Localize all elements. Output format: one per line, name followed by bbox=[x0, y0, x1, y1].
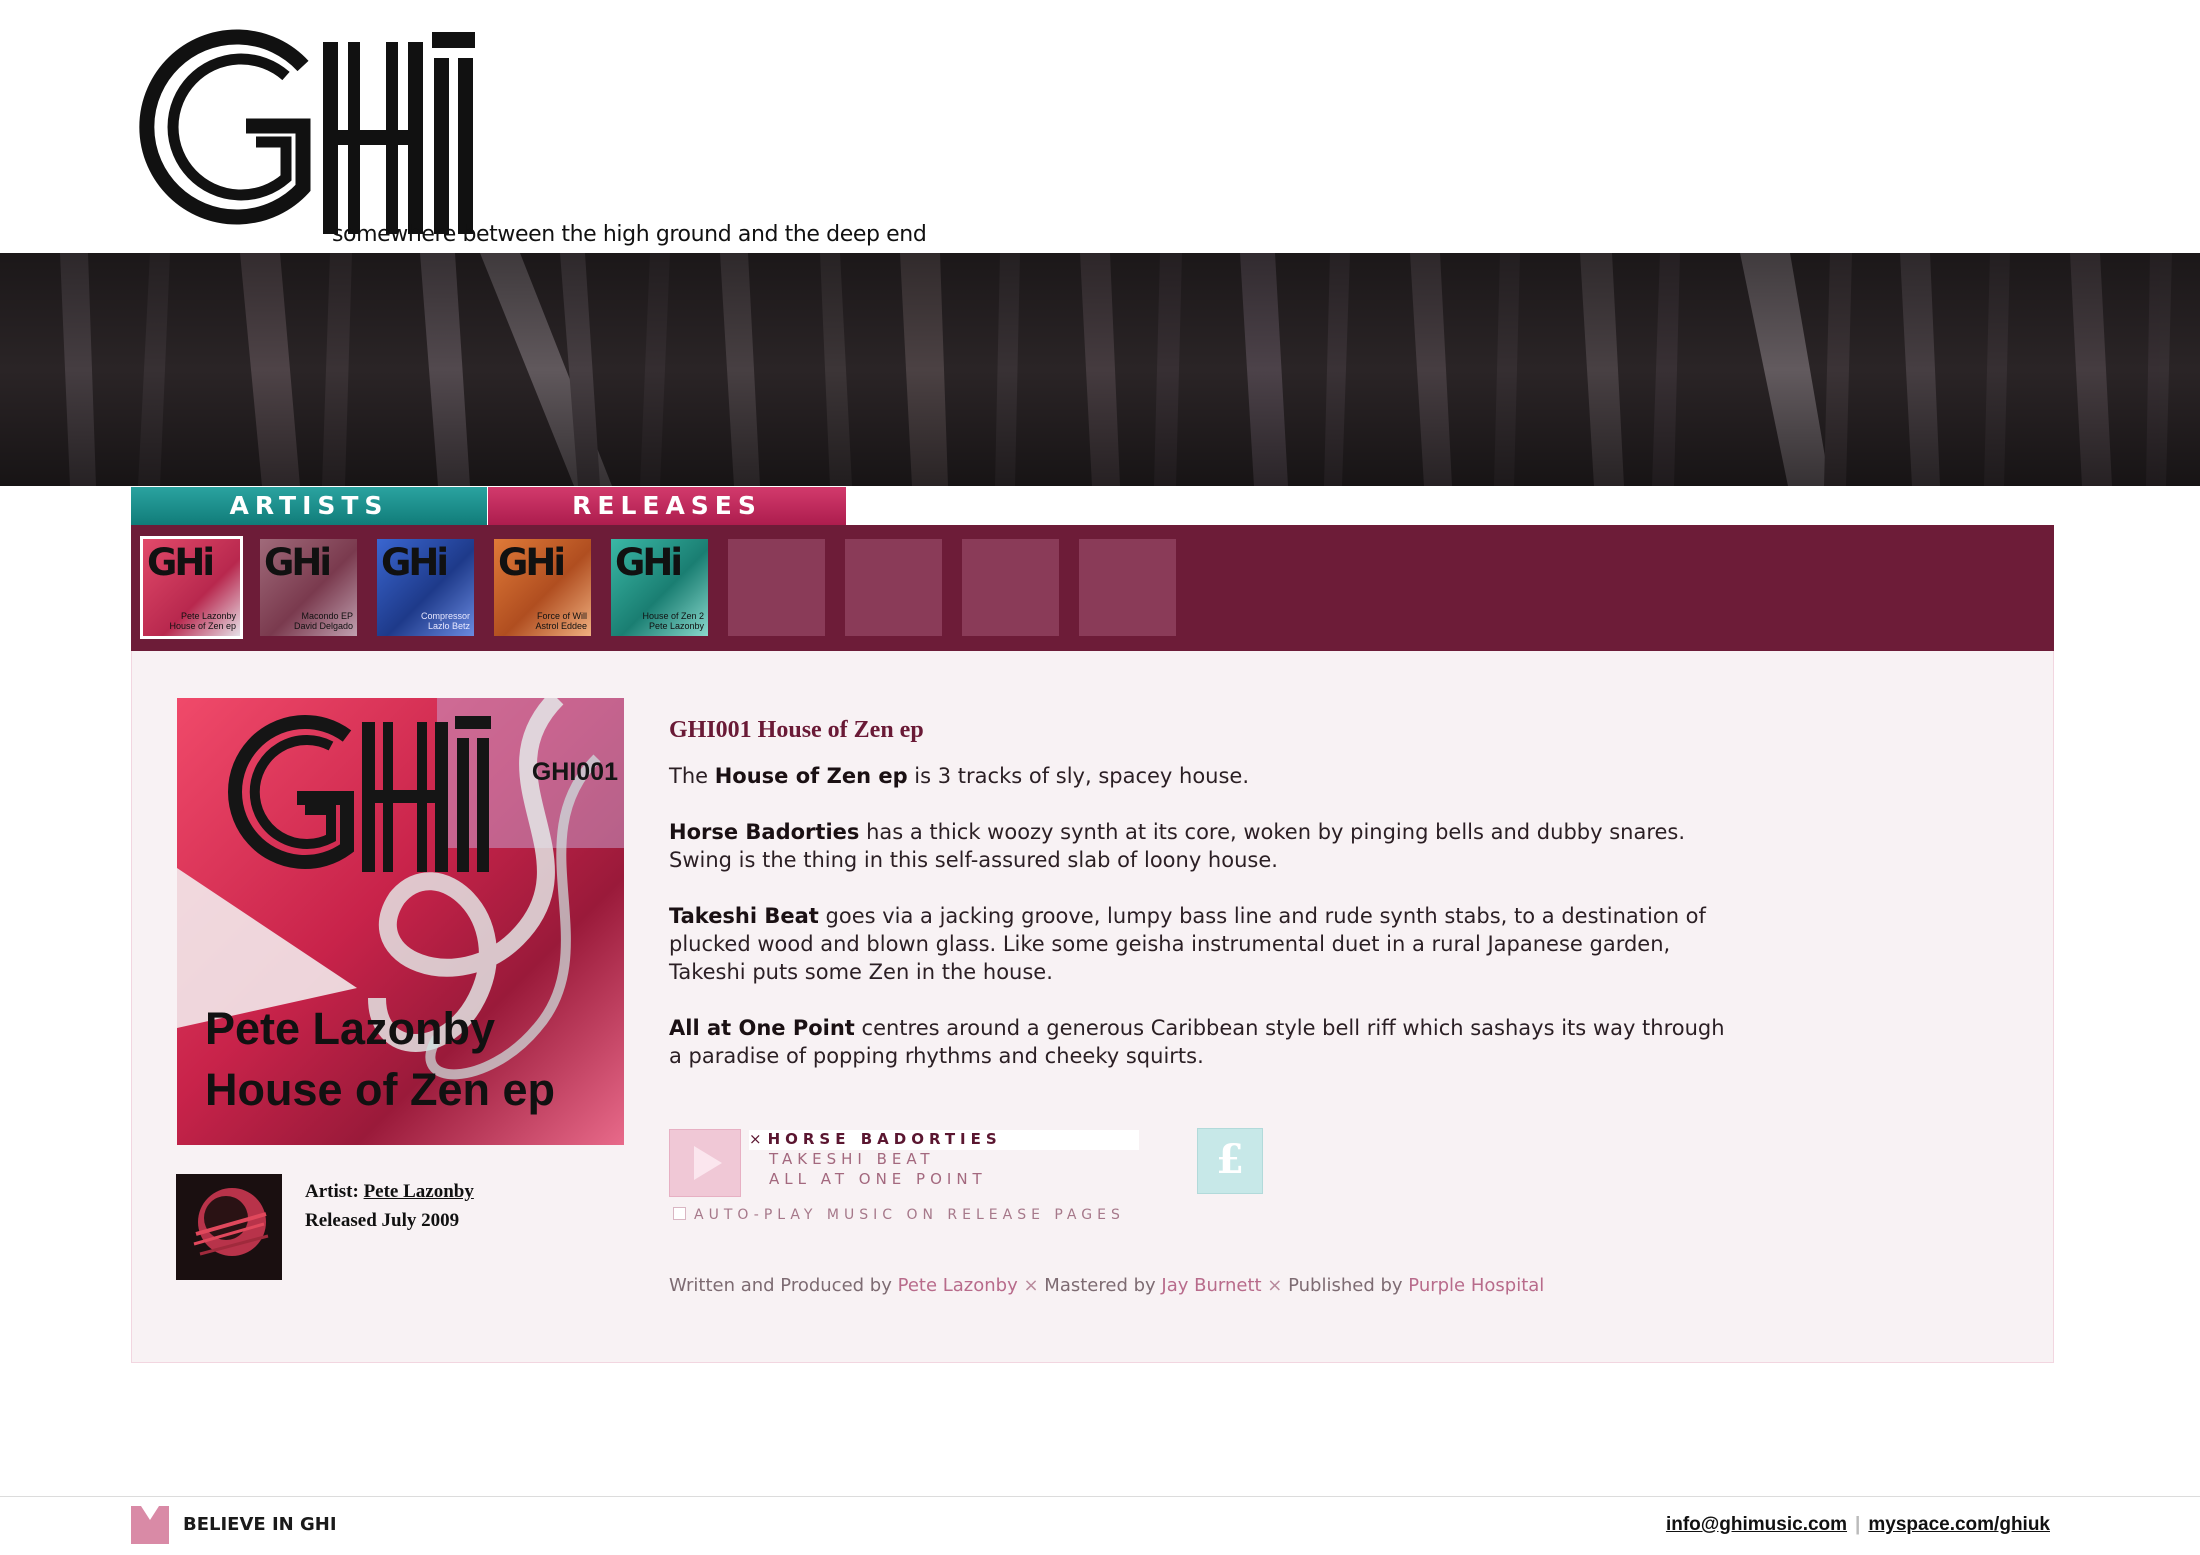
thumb-logo: GHi bbox=[381, 541, 449, 584]
track-label: ALL AT ONE POINT bbox=[769, 1170, 987, 1188]
artist-info: Artist: Pete Lazonby Released July 2009 bbox=[305, 1177, 474, 1235]
intro-text-pre: The bbox=[669, 764, 715, 788]
play-button[interactable] bbox=[669, 1129, 741, 1197]
credit-separator: × bbox=[1017, 1275, 1045, 1296]
autoplay-option[interactable]: AUTO-PLAY MUSIC ON RELEASE PAGES bbox=[673, 1207, 1125, 1223]
thumb-title: Pete Lazonby House of Zen ep bbox=[169, 611, 236, 631]
intro-release-name: House of Zen ep bbox=[714, 764, 908, 788]
thumb-logo: GHi bbox=[615, 541, 683, 584]
releases-strip: GHi Pete Lazonby House of Zen ep GHi Mac… bbox=[131, 525, 2054, 651]
tagline: somewhere between the high ground and th… bbox=[332, 222, 927, 247]
publisher-name[interactable]: Purple Hospital bbox=[1408, 1275, 1544, 1296]
release-date: Released July 2009 bbox=[305, 1210, 460, 1231]
release-intro: The House of Zen ep is 3 tracks of sly, … bbox=[669, 762, 1739, 790]
header-banner bbox=[0, 253, 2200, 486]
track-name: All at One Point bbox=[669, 1016, 855, 1040]
active-track-marker: × bbox=[749, 1130, 762, 1148]
track-text: goes via a jacking groove, lumpy bass li… bbox=[669, 904, 1706, 984]
intro-text-post: is 3 tracks of sly, spacey house. bbox=[907, 764, 1250, 788]
release-panel: GHI001 Pete Lazonby House of Zen ep Arti… bbox=[131, 651, 2054, 1363]
thumb-logo: GHi bbox=[498, 541, 566, 584]
release-credits: Written and Produced by Pete Lazonby × M… bbox=[669, 1275, 1544, 1296]
credit-separator: × bbox=[1261, 1275, 1289, 1296]
track-item[interactable]: ALL AT ONE POINT bbox=[749, 1170, 1139, 1190]
tab-artists[interactable]: ARTISTS bbox=[131, 487, 487, 525]
thumb-logo: GHi bbox=[147, 541, 215, 584]
track-name: Horse Badorties bbox=[669, 820, 860, 844]
link-separator: | bbox=[1855, 1514, 1861, 1535]
credit-label: Mastered by bbox=[1044, 1275, 1162, 1296]
artist-link[interactable]: Pete Lazonby bbox=[364, 1181, 474, 1202]
credit-label: Published by bbox=[1288, 1275, 1409, 1296]
ghi-mini-logo-icon bbox=[131, 1506, 169, 1544]
thumb-title: House of Zen 2 Pete Lazonby bbox=[642, 611, 704, 631]
mastering-name[interactable]: Jay Burnett bbox=[1161, 1275, 1261, 1296]
track-item[interactable]: × HORSE BADORTIES bbox=[749, 1130, 1139, 1150]
thumb-title: Compressor Lazlo Betz bbox=[420, 611, 470, 631]
buy-button[interactable]: £ bbox=[1197, 1128, 1263, 1194]
track-description: Horse Badorties has a thick woozy synth … bbox=[669, 818, 1739, 874]
album-cover: GHI001 Pete Lazonby House of Zen ep bbox=[177, 698, 624, 1145]
release-thumb-001[interactable]: GHi Pete Lazonby House of Zen ep bbox=[140, 536, 243, 639]
credit-label: Written and Produced by bbox=[669, 1275, 898, 1296]
footer-links: info@ghimusic.com | myspace.com/ghiuk bbox=[1666, 1514, 2050, 1536]
release-thumb-placeholder bbox=[1079, 539, 1176, 636]
release-thumb-placeholder bbox=[728, 539, 825, 636]
track-label: HORSE BADORTIES bbox=[767, 1130, 1002, 1148]
footer-divider bbox=[0, 1496, 2200, 1497]
cover-artist: Pete Lazonby bbox=[205, 1003, 496, 1054]
track-label: TAKESHI BEAT bbox=[769, 1150, 935, 1168]
release-thumb-placeholder bbox=[962, 539, 1059, 636]
email-link[interactable]: info@ghimusic.com bbox=[1666, 1514, 1847, 1535]
track-item[interactable]: TAKESHI BEAT bbox=[749, 1150, 1139, 1170]
artist-label: Artist: bbox=[305, 1181, 359, 1202]
release-thumb-004[interactable]: GHi Force of Will Astrol Eddee bbox=[494, 539, 591, 636]
release-thumb-placeholder bbox=[845, 539, 942, 636]
track-description: All at One Point centres around a genero… bbox=[669, 1014, 1739, 1070]
track-description: Takeshi Beat goes via a jacking groove, … bbox=[669, 902, 1739, 986]
release-title: GHI001 House of Zen ep bbox=[669, 717, 924, 743]
autoplay-checkbox[interactable] bbox=[673, 1207, 686, 1220]
tab-releases[interactable]: RELEASES bbox=[488, 487, 846, 525]
footer-slogan: BELIEVE IN GHI bbox=[183, 1514, 337, 1535]
thumb-title: Macondo EP David Delgado bbox=[293, 611, 353, 631]
release-description: GHI001 House of Zen ep The House of Zen … bbox=[669, 717, 1739, 1098]
cover-catalog: GHI001 bbox=[531, 758, 618, 786]
thumb-title: Force of Will Astrol Eddee bbox=[535, 611, 587, 631]
ghi-logo[interactable] bbox=[128, 18, 518, 246]
artist-photo[interactable] bbox=[176, 1174, 282, 1280]
release-thumb-005[interactable]: GHi House of Zen 2 Pete Lazonby bbox=[611, 539, 708, 636]
track-name: Takeshi Beat bbox=[669, 904, 819, 928]
myspace-link[interactable]: myspace.com/ghiuk bbox=[1868, 1514, 2050, 1535]
producer-name[interactable]: Pete Lazonby bbox=[898, 1275, 1018, 1296]
autoplay-label: AUTO-PLAY MUSIC ON RELEASE PAGES bbox=[694, 1207, 1125, 1223]
play-icon bbox=[694, 1146, 722, 1180]
release-thumb-003[interactable]: GHi Compressor Lazlo Betz bbox=[377, 539, 474, 636]
release-thumb-002[interactable]: GHi Macondo EP David Delgado bbox=[260, 539, 357, 636]
pound-icon: £ bbox=[1216, 1136, 1244, 1183]
track-list: × HORSE BADORTIES TAKESHI BEAT ALL AT ONE… bbox=[749, 1130, 1139, 1190]
thumb-logo: GHi bbox=[264, 541, 332, 584]
cover-title: House of Zen ep bbox=[205, 1064, 556, 1115]
